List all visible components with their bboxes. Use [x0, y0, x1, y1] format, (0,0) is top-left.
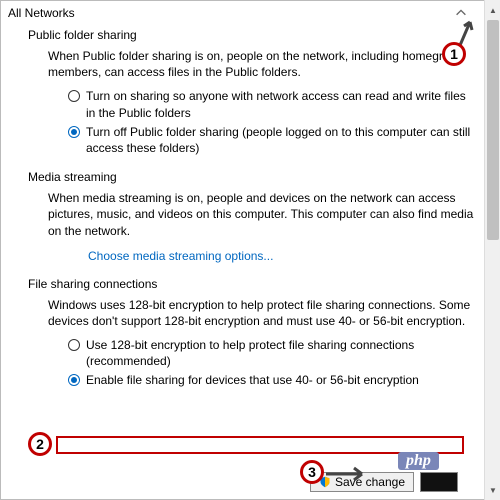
annotation-callout-2: 2 — [28, 432, 52, 456]
media-streaming-section: Media streaming When media streaming is … — [8, 166, 476, 263]
annotation-callout-3: 3 — [300, 460, 324, 484]
scroll-up-icon[interactable]: ▲ — [485, 2, 500, 18]
radio-icon — [68, 374, 80, 386]
pfs-title: Public folder sharing — [28, 24, 476, 42]
all-networks-heading[interactable]: All Networks — [8, 4, 476, 24]
php-badge: php — [398, 452, 439, 470]
pfs-desc: When Public folder sharing is on, people… — [28, 48, 476, 80]
pfs-radio-turn-on[interactable]: Turn on sharing so anyone with network a… — [68, 88, 476, 120]
vertical-scrollbar[interactable]: ▲ ▼ — [484, 0, 500, 500]
public-folder-sharing-section: Public folder sharing When Public folder… — [8, 24, 476, 156]
fsc-opt1-label: Use 128-bit encryption to help protect f… — [86, 337, 476, 369]
pfs-opt2-label: Turn off Public folder sharing (people l… — [86, 124, 476, 156]
scroll-down-icon[interactable]: ▼ — [485, 482, 500, 498]
pfs-opt1-label: Turn on sharing so anyone with network a… — [86, 88, 476, 120]
pfs-radio-turn-off[interactable]: Turn off Public folder sharing (people l… — [68, 124, 476, 156]
radio-icon — [68, 90, 80, 102]
media-streaming-options-link[interactable]: Choose media streaming options... — [28, 249, 273, 263]
annotation-callout-1: 1 — [442, 42, 466, 66]
scroll-thumb[interactable] — [487, 20, 499, 240]
file-sharing-connections-section: File sharing connections Windows uses 12… — [8, 273, 476, 389]
fsc-opt2-label: Enable file sharing for devices that use… — [86, 372, 419, 388]
radio-icon — [68, 126, 80, 138]
cancel-button[interactable] — [420, 472, 458, 492]
fsc-desc: Windows uses 128-bit encryption to help … — [28, 297, 476, 329]
footer: Save change — [0, 472, 468, 492]
media-title: Media streaming — [28, 166, 476, 184]
heading-text: All Networks — [8, 6, 75, 20]
annotation-arrow-3 — [322, 462, 372, 486]
fsc-title: File sharing connections — [28, 273, 476, 291]
fsc-radio-128bit[interactable]: Use 128-bit encryption to help protect f… — [68, 337, 476, 369]
media-desc: When media streaming is on, people and d… — [28, 190, 476, 239]
fsc-radio-40-56bit[interactable]: Enable file sharing for devices that use… — [68, 372, 476, 388]
radio-icon — [68, 339, 80, 351]
